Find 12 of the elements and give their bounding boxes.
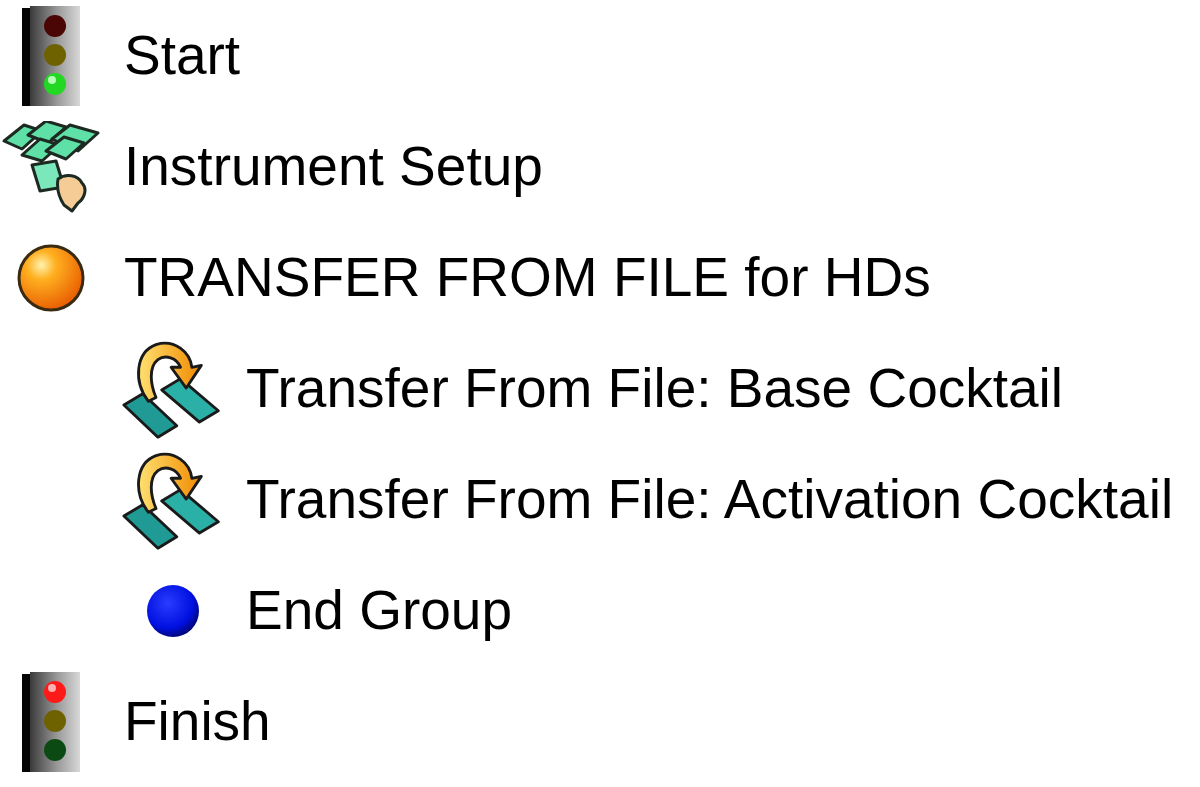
sphere-icon bbox=[146, 582, 200, 639]
step-label[interactable]: TRANSFER FROM FILE for HDs bbox=[124, 245, 931, 310]
traffic-light-icon bbox=[22, 671, 80, 772]
step-label[interactable]: Instrument Setup bbox=[124, 134, 543, 199]
sphere-icon bbox=[17, 243, 85, 312]
tiles-and-hand-icon bbox=[2, 120, 100, 213]
step-label[interactable]: Start bbox=[124, 23, 241, 88]
step-label[interactable]: Finish bbox=[124, 689, 271, 754]
traffic-light-icon bbox=[22, 5, 80, 106]
step-label[interactable]: Transfer From File: Activation Cocktail bbox=[246, 467, 1174, 532]
step-label[interactable]: Transfer From File: Base Cocktail bbox=[246, 356, 1064, 421]
step-label[interactable]: End Group bbox=[246, 578, 512, 643]
